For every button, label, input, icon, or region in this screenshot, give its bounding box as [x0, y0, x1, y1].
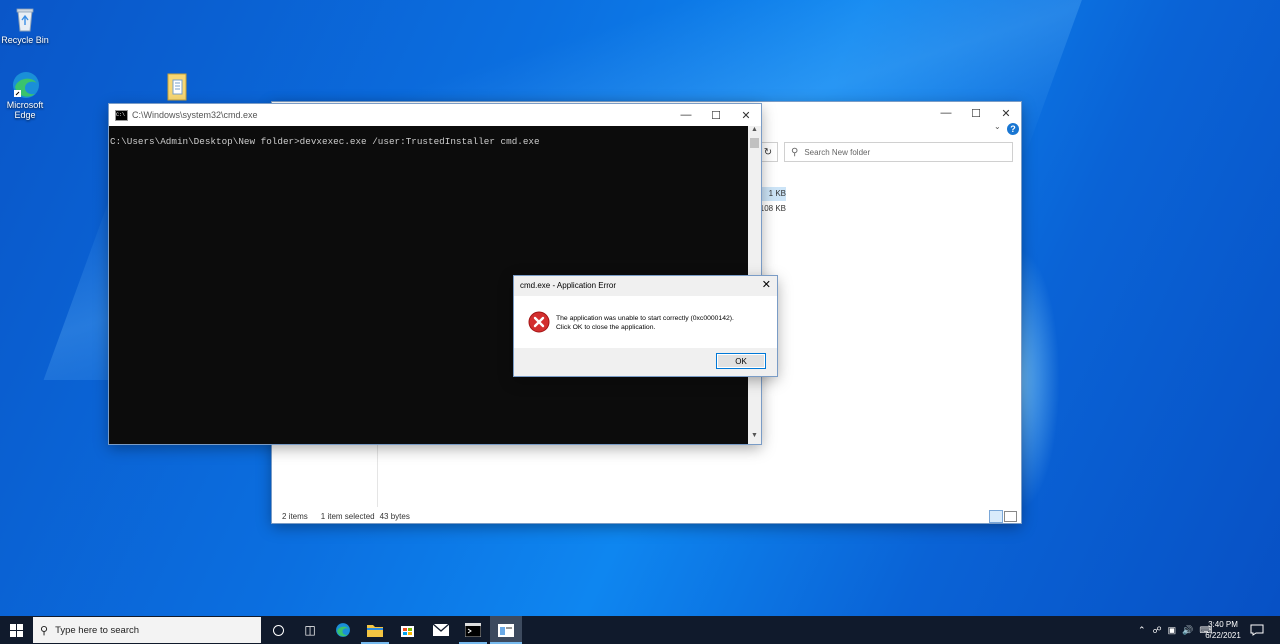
- folder-icon: [367, 625, 383, 637]
- mail-icon: [433, 624, 449, 636]
- refresh-icon: ↻: [763, 146, 773, 158]
- clock-date: 6/22/2021: [1205, 631, 1241, 640]
- dialog-message: The application was unable to start corr…: [556, 314, 734, 332]
- maximize-button[interactable]: ☐: [701, 104, 731, 126]
- store-icon: [400, 625, 414, 637]
- taskbar-edge[interactable]: [327, 616, 359, 644]
- action-center-button[interactable]: [1250, 623, 1264, 636]
- details-view-button[interactable]: [989, 510, 1003, 523]
- desktop-icon-label: Microsoft Edge: [6, 100, 44, 120]
- desktop-icon-recycle-bin[interactable]: Recycle Bin: [0, 5, 55, 45]
- dialog-title: cmd.exe - Application Error: [520, 281, 617, 290]
- minimize-button[interactable]: —: [931, 102, 961, 124]
- cmd-icon: [465, 623, 481, 637]
- clock[interactable]: 3:40 PM 6/22/2021: [1200, 619, 1246, 641]
- dialog-message-line: Click OK to close the application.: [556, 324, 656, 331]
- taskbar-mail[interactable]: [425, 616, 457, 644]
- task-view-button[interactable]: ◫: [294, 616, 326, 644]
- file-size-selected: 1 KB: [760, 187, 786, 201]
- minimize-button[interactable]: —: [671, 104, 701, 126]
- taskbar-search-placeholder: Type here to search: [55, 624, 140, 636]
- document-icon: [163, 72, 191, 101]
- start-button[interactable]: [0, 616, 32, 644]
- window-icon: [498, 623, 514, 637]
- explorer-statusbar: 2 items 1 item selected 43 bytes: [272, 509, 1021, 523]
- windows-logo-icon: [9, 623, 23, 637]
- scroll-thumb[interactable]: [750, 138, 759, 148]
- recycle-bin-icon: [11, 5, 39, 33]
- taskbar-search-box[interactable]: ⚲ Type here to search: [33, 617, 261, 643]
- ok-button[interactable]: OK: [716, 353, 766, 369]
- cmd-app-icon: C:\: [115, 109, 128, 121]
- cmd-window: C:\ C:\Windows\system32\cmd.exe — ☐ ✕ C:…: [109, 104, 761, 444]
- display-icon[interactable]: ▣: [1168, 625, 1177, 636]
- help-icon[interactable]: ?: [1007, 123, 1019, 135]
- clock-time: 3:40 PM: [1208, 620, 1238, 629]
- maximize-button[interactable]: ☐: [961, 102, 991, 124]
- taskbar-file-explorer[interactable]: [359, 616, 391, 644]
- file-size: 108 KB: [759, 204, 786, 213]
- search-icon: ⚲: [40, 624, 49, 637]
- close-button[interactable]: ✕: [991, 102, 1021, 124]
- close-button[interactable]: ✕: [731, 104, 761, 126]
- large-icons-view-button[interactable]: [1004, 511, 1017, 522]
- network-icon[interactable]: ☍: [1153, 625, 1162, 636]
- error-dialog: cmd.exe - Application Error ✕ The applic…: [514, 276, 777, 376]
- taskbar-store[interactable]: [391, 616, 423, 644]
- edge-icon: [336, 623, 350, 637]
- cortana-button[interactable]: [262, 616, 294, 644]
- desktop-icon-edge[interactable]: Microsoft Edge: [0, 70, 55, 120]
- desktop-icon-label: Recycle Bin: [1, 35, 49, 45]
- desktop-icon-file[interactable]: [147, 72, 207, 102]
- console-line: C:\Users\Admin\Desktop\New folder>devxex…: [110, 136, 540, 147]
- edge-icon: [11, 70, 39, 98]
- status-size: 43 bytes: [379, 511, 410, 521]
- explorer-search-box[interactable]: ⚲ Search New folder: [784, 142, 1013, 162]
- taskbar-cmd[interactable]: [457, 616, 489, 644]
- dialog-message-line: The application was unable to start corr…: [556, 315, 734, 322]
- cmd-title: C:\Windows\system32\cmd.exe: [132, 110, 258, 120]
- dialog-body: The application was unable to start corr…: [514, 296, 777, 348]
- task-view-icon: ◫: [304, 623, 316, 637]
- cortana-icon: [272, 624, 284, 636]
- volume-icon[interactable]: 🔊: [1182, 625, 1193, 636]
- taskbar: ⚲ Type here to search ◫ ⌃ ☍ ▣ 🔊 ⌨ 3:40 P…: [0, 616, 1280, 644]
- search-placeholder: Search New folder: [804, 147, 871, 157]
- search-icon: ⚲: [791, 146, 799, 158]
- status-item-count: 2 items: [282, 511, 308, 521]
- notification-icon: [1250, 624, 1264, 636]
- error-icon: [528, 311, 550, 338]
- refresh-button[interactable]: ↻: [758, 142, 778, 162]
- scroll-down-icon[interactable]: ▼: [748, 432, 761, 444]
- cmd-titlebar: C:\ C:\Windows\system32\cmd.exe — ☐ ✕: [109, 104, 761, 126]
- status-selected: 1 item selected: [320, 511, 375, 521]
- dialog-close-button[interactable]: ✕: [762, 278, 771, 291]
- close-icon: ✕: [761, 279, 771, 291]
- scroll-up-icon[interactable]: ▲: [748, 126, 761, 138]
- taskbar-error-dialog[interactable]: [490, 616, 522, 644]
- chevron-up-icon[interactable]: ⌃: [1138, 625, 1146, 636]
- ribbon-expand-icon[interactable]: ⌄: [994, 122, 1001, 131]
